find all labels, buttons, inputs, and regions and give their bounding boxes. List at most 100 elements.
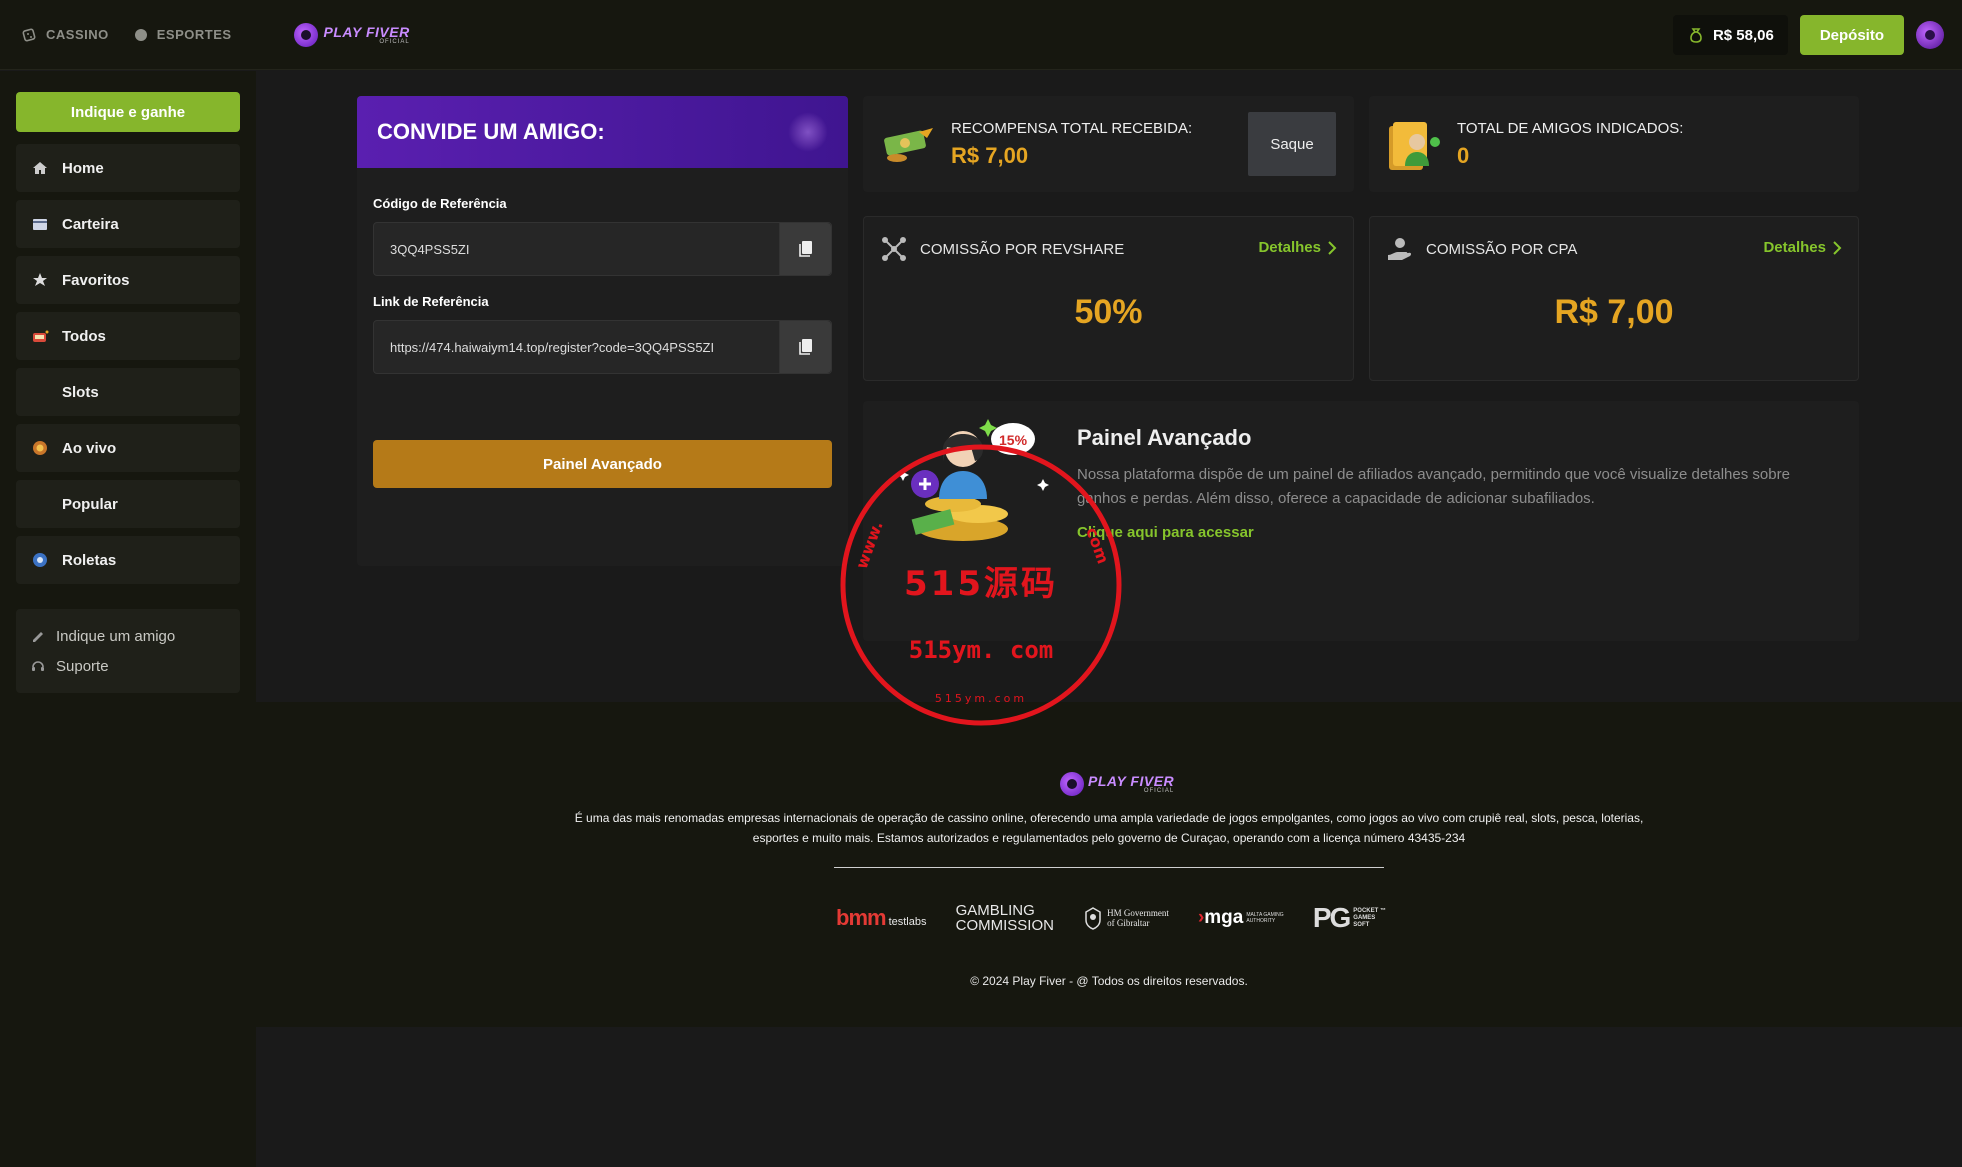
sidebar-item-label: Ao vivo [62,439,117,457]
reward-label: RECOMPENSA TOTAL RECEBIDA: [951,119,1193,137]
advanced-access-link[interactable]: Clique aqui para acessar [1077,524,1254,541]
bottom-area [256,1027,1962,1167]
bmm-brand: bmm [836,905,887,930]
nav-casino-label: CASSINO [46,27,109,42]
sidebar-item-label: Carteira [62,215,119,233]
hand-coin-icon [1388,238,1412,260]
sidebar-item-all[interactable]: Todos [16,312,240,360]
copy-link-button[interactable] [779,321,831,373]
footer-logo-title: PLAY FIVER [1088,773,1175,789]
mga-brand-wrap: ›mga [1198,907,1243,929]
revshare-value: 50% [1074,293,1143,331]
friends-text: TOTAL DE AMIGOS INDICADOS: 0 [1457,120,1683,169]
sidebar-item-label: Roletas [62,551,117,569]
sidebar-item-favorites[interactable]: Favoritos [16,256,240,304]
reward-text: RECOMPENSA TOTAL RECEBIDA: R$ 7,00 [951,120,1192,169]
bmm-logo: bmm testlabs [836,905,926,931]
balance-value: R$ 58,06 [1712,26,1774,44]
top-bar: CASSINO ESPORTES PLAY FIVER OFICIAL R$ 5… [0,0,1962,70]
sidebar-link-refer[interactable]: Indique um amigo [30,621,226,651]
footer: PLAY FIVER OFICIAL É uma das mais renoma… [256,702,1962,1027]
top-nav: CASSINO ESPORTES [22,27,232,43]
sidebar-item-wallet[interactable]: Carteira [16,200,240,248]
sidebar-item-roulette[interactable]: Roletas [16,536,240,584]
friends-card: TOTAL DE AMIGOS INDICADOS: 0 [1369,96,1859,192]
sidebar-item-label: Popular [62,495,118,513]
sidebar-link-label: Suporte [56,657,109,675]
gambling-commission-logo: GAMBLING COMMISSION [955,902,1054,934]
slot-machine-icon [30,326,50,346]
cpa-details-link[interactable]: Detalhes [1763,239,1842,256]
copy-code-button[interactable] [779,223,831,275]
reward-value: R$ 7,00 [951,142,1029,168]
details-label: Detalhes [1763,239,1826,256]
mga-sub: MALTA GAMING AUTHORITY [1246,912,1284,924]
reward-card: RECOMPENSA TOTAL RECEBIDA: R$ 7,00 Saque [863,96,1354,192]
mga-logo: ›mga MALTA GAMING AUTHORITY [1198,907,1284,929]
sidebar-item-label: Todos [62,327,106,345]
footer-logo-subtitle: OFICIAL [1143,788,1175,794]
sidebar-links: Indique um amigo Suporte [16,609,240,693]
star-icon [30,270,50,290]
nav-sports-label: ESPORTES [156,27,232,42]
top-right-actions: R$ 58,06 Depósito [1672,15,1944,55]
sidebar-item-live[interactable]: Ao vivo [16,424,240,472]
nav-sports[interactable]: ESPORTES [133,27,232,43]
home-icon [30,158,50,178]
friends-folder-icon [1389,122,1440,170]
copy-icon [798,241,812,257]
friends-label: TOTAL DE AMIGOS INDICADOS: [1457,119,1684,137]
code-label: Código de Referência [373,196,507,211]
crest-icon [1085,907,1101,930]
withdraw-button[interactable]: Saque [1248,112,1336,176]
logo-text: PLAY FIVER OFICIAL [324,25,410,45]
cpa-value: R$ 7,00 [1554,293,1674,331]
affiliate-illustration: 15% [897,419,1049,541]
gibraltar-text: HM Government of Gibraltar [1107,908,1169,928]
revshare-label: COMISSÃO POR REVSHARE [920,240,1125,258]
revshare-card: COMISSÃO POR REVSHARE Detalhes 50% [863,216,1354,381]
code-field [373,222,832,276]
money-plane-icon [884,128,933,162]
sidebar-item-label: Slots [62,383,99,401]
money-bag-icon [1690,28,1702,43]
brand-logo[interactable]: PLAY FIVER OFICIAL [293,22,410,47]
cpa-label: COMISSÃO POR CPA [1426,240,1578,258]
wallet-icon [30,214,50,234]
invite-header: CONVIDE UM AMIGO: [357,96,848,168]
avatar[interactable] [1916,21,1944,49]
logo-subtitle: OFICIAL [379,38,410,45]
sidebar-item-slots[interactable]: Slots [16,368,240,416]
sidebar-link-support[interactable]: Suporte [30,651,226,681]
sidebar-item-label: Favoritos [62,271,130,289]
cpa-head: COMISSÃO POR CPA [1386,235,1577,263]
balance-display[interactable]: R$ 58,06 [1672,15,1788,55]
link-field [373,320,832,374]
cpa-card: COMISSÃO POR CPA Detalhes R$ 7,00 [1369,216,1859,381]
referral-link-input[interactable] [374,321,779,373]
revshare-details-link[interactable]: Detalhes [1258,239,1337,256]
sidebar-item-label: Home [62,159,104,177]
advanced-description: Nossa plataforma dispõe de um painel de … [1077,466,1790,507]
pg-brand: PG [1312,902,1351,933]
footer-logo[interactable]: PLAY FIVER OFICIAL [1060,772,1174,796]
referral-code-input[interactable] [374,223,779,275]
sidebar-item-popular[interactable]: Popular [16,480,240,528]
headset-icon [32,661,44,671]
badge-text: 15% [999,432,1028,448]
invite-earn-button[interactable]: Indique e ganhe [16,92,240,132]
network-icon [882,237,906,261]
invite-panel: CONVIDE UM AMIGO: Código de Referência L… [357,96,848,566]
friends-value: 0 [1457,142,1470,168]
deposit-button[interactable]: Depósito [1799,15,1904,55]
partner-logos: bmm testlabs GAMBLING COMMISSION HM Gove… [836,902,1386,934]
sidebar-item-home[interactable]: Home [16,144,240,192]
sidebar: Indique e ganhe Home Carteira Favoritos … [0,71,256,1167]
advanced-panel-button[interactable]: Painel Avançado [373,440,832,488]
copy-icon [798,339,812,355]
logo-title: PLAY FIVER [323,23,410,40]
pg-sub: POCKET ™ GAMES SOFT [1353,907,1386,928]
advanced-panel-section: 15% Painel Avançado Nossa plataforma dis… [863,401,1859,641]
dice-icon [22,28,36,41]
nav-casino[interactable]: CASSINO [22,27,109,43]
